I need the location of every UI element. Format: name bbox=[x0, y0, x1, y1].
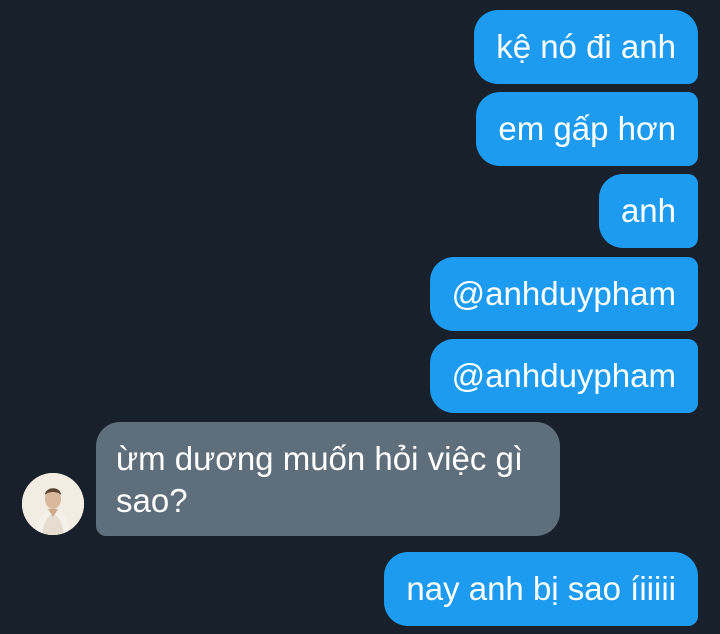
outgoing-message[interactable]: nay anh bị sao íiiiii bbox=[384, 552, 698, 626]
message-text: @anhduypham bbox=[451, 275, 676, 312]
message-text: anh bbox=[620, 192, 676, 229]
incoming-message[interactable]: ừm dương muốn hỏi việc gì sao? bbox=[96, 422, 560, 536]
outgoing-message[interactable]: em gấp hơn bbox=[476, 92, 698, 166]
message-text: kệ nó đi anh bbox=[496, 28, 676, 65]
message-text: nay anh bị sao íiiiii bbox=[406, 570, 676, 607]
outgoing-message[interactable]: @anhduypham bbox=[429, 339, 698, 413]
avatar[interactable] bbox=[22, 473, 84, 535]
message-text: @anhduypham bbox=[451, 357, 676, 394]
outgoing-message[interactable]: @anhduypham bbox=[429, 257, 698, 331]
message-thread: kệ nó đi anh em gấp hơn anh @anhduypham … bbox=[0, 0, 720, 634]
message-text: ừm dương muốn hỏi việc gì sao? bbox=[116, 440, 524, 519]
profile-photo-icon bbox=[22, 473, 84, 535]
message-text: em gấp hơn bbox=[498, 110, 676, 147]
outgoing-message[interactable]: anh bbox=[598, 174, 698, 248]
outgoing-message[interactable]: kệ nó đi anh bbox=[474, 10, 698, 84]
